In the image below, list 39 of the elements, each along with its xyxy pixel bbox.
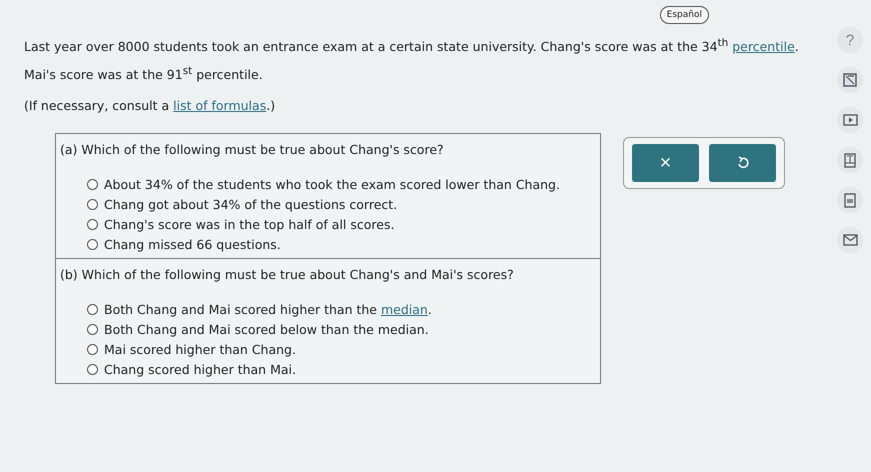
median-link[interactable]: median bbox=[380, 302, 428, 318]
mail-icon bbox=[842, 234, 858, 246]
play-icon bbox=[842, 114, 858, 126]
video-button[interactable] bbox=[837, 107, 863, 133]
option-text: Chang's score was in the top half of all scores. bbox=[104, 217, 394, 232]
language-button[interactable]: Español bbox=[660, 6, 709, 24]
glossary-icon bbox=[844, 192, 856, 208]
undo-button[interactable] bbox=[709, 144, 776, 182]
clear-button[interactable]: × bbox=[632, 144, 699, 182]
mail-button[interactable] bbox=[837, 227, 863, 253]
problem-text: Mai's score was at the 91$^{st}$ percentile. bbox=[24, 64, 264, 84]
question-text: (a) Which of the following must be true about Chang's score? bbox=[60, 142, 445, 158]
radio-button[interactable] bbox=[87, 344, 98, 356]
formulas-link[interactable]: list of formulas bbox=[173, 98, 266, 114]
option-text: Chang missed 66 questions. bbox=[104, 237, 281, 252]
option-text: Chang got about 34% of the questions correct. bbox=[104, 197, 398, 212]
book-button[interactable] bbox=[837, 147, 863, 173]
calculator-icon bbox=[843, 73, 857, 87]
radio-button[interactable] bbox=[87, 219, 98, 230]
radio-button[interactable] bbox=[87, 304, 98, 316]
radio-button[interactable] bbox=[87, 239, 98, 250]
formulas-note: (If necessary, consult a list of formulas.) bbox=[24, 98, 276, 114]
book-icon bbox=[844, 152, 856, 168]
radio-button[interactable] bbox=[87, 199, 98, 210]
option-text: About 34% of the students who took the exam scored lower than Chang. bbox=[104, 177, 560, 192]
option-text: Both Chang and Mai scored higher than the median. bbox=[104, 302, 432, 318]
percentile-link[interactable]: percentile bbox=[732, 39, 795, 54]
radio-button[interactable] bbox=[87, 364, 98, 376]
calculator-button[interactable] bbox=[837, 67, 863, 93]
problem-text: Last year over 8000 students took an entrance exam at a certain state university. Chang's score was at the 34$^{th}$ percentile. bbox=[24, 36, 800, 56]
option-text: Chang scored higher than Mai. bbox=[104, 362, 296, 378]
question-text: (b) Which of the following must be true about Chang's and Mai's scores? bbox=[60, 267, 515, 282]
radio-button[interactable] bbox=[87, 179, 98, 190]
help-button[interactable]: ? bbox=[837, 27, 863, 53]
option-text: Mai scored higher than Chang. bbox=[104, 342, 296, 358]
radio-button[interactable] bbox=[87, 324, 98, 336]
option-text: Both Chang and Mai scored below than the median. bbox=[104, 322, 429, 338]
glossary-button[interactable] bbox=[837, 187, 863, 213]
undo-icon bbox=[736, 156, 748, 170]
